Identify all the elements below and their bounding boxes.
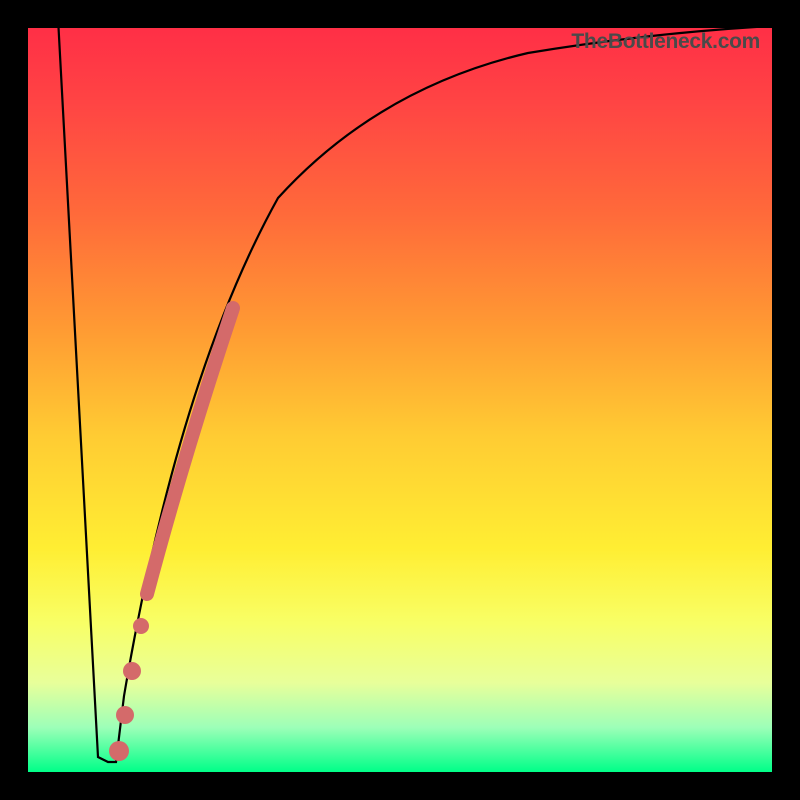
watermark-text: TheBottleneck.com	[571, 30, 760, 54]
highlight-dot	[123, 662, 141, 680]
highlight-dot	[133, 618, 149, 634]
highlight-dot	[109, 741, 129, 761]
plot-area: TheBottleneck.com	[28, 28, 772, 772]
highlight-dot	[116, 706, 134, 724]
highlight-segment	[147, 308, 233, 594]
bottleneck-curve	[58, 28, 772, 762]
chart-svg	[28, 28, 772, 772]
chart-container: TheBottleneck.com	[0, 0, 800, 800]
